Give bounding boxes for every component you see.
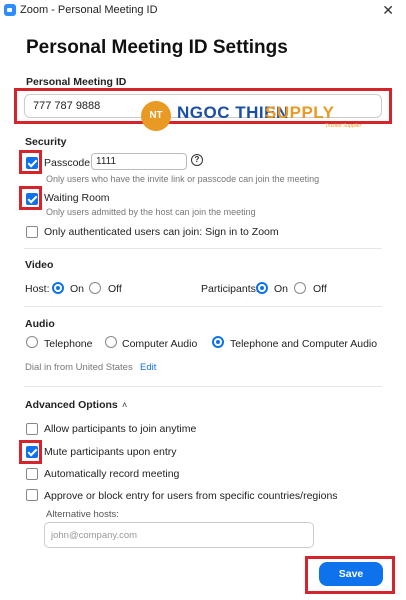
passcode-input[interactable]: 1111	[91, 153, 187, 170]
auto-record-label: Automatically record meeting	[44, 468, 180, 480]
video-participants-off-radio[interactable]	[294, 282, 306, 294]
zoom-app-icon	[4, 4, 16, 16]
alt-hosts-placeholder: john@company.com	[51, 530, 138, 541]
audio-telephone-radio[interactable]	[26, 336, 38, 348]
auth-only-checkbox[interactable]	[26, 226, 38, 238]
audio-option-telephone: Telephone	[44, 338, 93, 350]
alt-hosts-label: Alternative hosts:	[46, 509, 119, 520]
divider	[24, 306, 382, 307]
video-participants-on-radio[interactable]	[256, 282, 268, 294]
advanced-options-heading[interactable]: Advanced Options	[25, 399, 118, 411]
allow-join-anytime-label: Allow participants to join anytime	[44, 423, 197, 435]
video-participants-label: Participants:	[201, 283, 259, 295]
mute-highlight-box	[19, 440, 42, 464]
watermark-word-2: SUPPLY	[265, 103, 335, 122]
divider	[24, 248, 382, 249]
audio-option-both: Telephone and Computer Audio	[230, 338, 378, 350]
window-titlebar: Zoom - Personal Meeting ID ✕	[0, 0, 406, 22]
allow-join-anytime-checkbox[interactable]	[26, 423, 38, 435]
video-host-on-label: On	[70, 283, 85, 295]
help-icon[interactable]: ?	[191, 154, 203, 166]
divider	[24, 386, 382, 387]
passcode-hint: Only users who have the invite link or p…	[46, 174, 320, 184]
video-participants-off-label: Off	[313, 283, 327, 295]
video-participants-on-label: On	[274, 283, 289, 295]
watermark-tagline: Trusted Supplier	[325, 123, 362, 129]
approve-block-label: Approve or block entry for users from sp…	[44, 490, 338, 502]
auth-only-label: Only authenticated users can join: Sign …	[44, 226, 279, 238]
pmi-label: Personal Meeting ID	[26, 76, 127, 88]
audio-both-radio[interactable]	[212, 336, 224, 348]
waiting-room-label: Waiting Room	[44, 192, 110, 204]
passcode-highlight-box	[19, 150, 42, 174]
audio-option-computer: Computer Audio	[122, 338, 198, 350]
auto-record-checkbox[interactable]	[26, 468, 38, 480]
dial-in-text: Dial in from United States	[25, 362, 133, 373]
waiting-room-highlight-box	[19, 186, 42, 210]
save-highlight-box	[305, 556, 395, 594]
video-host-off-label: Off	[108, 283, 122, 295]
close-icon[interactable]: ✕	[382, 2, 394, 19]
chevron-up-icon[interactable]: ˄	[122, 400, 127, 410]
passcode-label: Passcode	[44, 157, 91, 169]
video-host-off-radio[interactable]	[89, 282, 101, 294]
approve-block-checkbox[interactable]	[26, 489, 38, 501]
security-heading: Security	[25, 136, 67, 148]
mute-upon-entry-label: Mute participants upon entry	[44, 446, 177, 458]
audio-heading: Audio	[25, 318, 55, 330]
watermark-logo: NT NGOC THIEN SUPPLY Trusted Supplier	[141, 99, 373, 133]
alt-hosts-input[interactable]: john@company.com	[44, 522, 314, 548]
watermark-mark: NT	[141, 101, 171, 131]
audio-computer-radio[interactable]	[105, 336, 117, 348]
window-title: Zoom - Personal Meeting ID	[20, 4, 158, 16]
waiting-room-hint: Only users admitted by the host can join…	[46, 207, 256, 217]
page-title: Personal Meeting ID Settings	[26, 37, 288, 58]
video-host-label: Host:	[25, 283, 50, 295]
dial-in-edit-link[interactable]: Edit	[140, 362, 156, 373]
video-host-on-radio[interactable]	[52, 282, 64, 294]
passcode-value: 1111	[96, 156, 117, 167]
video-heading: Video	[25, 259, 54, 271]
